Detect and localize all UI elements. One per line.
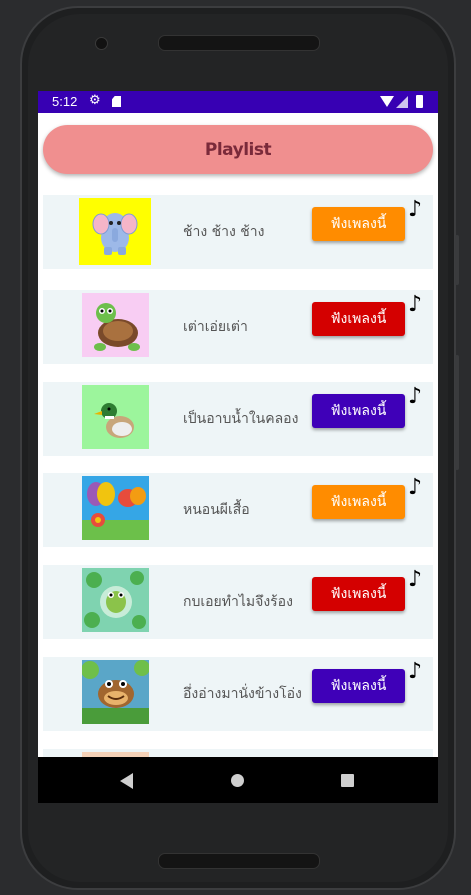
song-title: อึ่งอ่างมานั่งข้างโอ่ง — [183, 686, 302, 702]
music-note-icon[interactable]: ♪ — [408, 569, 422, 591]
top-speaker — [158, 35, 320, 51]
music-note-icon[interactable]: ♪ — [408, 199, 422, 221]
home-icon[interactable] — [231, 774, 244, 787]
listen-button[interactable]: ฟังเพลงนี้ — [312, 302, 405, 336]
front-camera — [95, 37, 108, 50]
playlist-button[interactable]: Playlist — [43, 125, 433, 174]
song-title: เต่าเอ่ยเต่า — [183, 319, 248, 335]
gear-icon: ⚙ — [89, 93, 101, 108]
song-card: กบเอยทำไมจึงร้อง ฟังเพลงนี้ ♪ — [43, 565, 433, 639]
bottom-speaker — [158, 853, 320, 869]
app-screen: 5:12 ⚙ Playlist ช้าง ช้าง ช้าง ฟังเพลงนี… — [38, 91, 438, 803]
song-card: หนอนผีเสื้อ ฟังเพลงนี้ ♪ — [43, 473, 433, 547]
power-button[interactable] — [455, 235, 459, 285]
song-card: เต่าเอ่ยเต่า ฟังเพลงนี้ ♪ — [43, 290, 433, 364]
listen-button[interactable]: ฟังเพลงนี้ — [312, 577, 405, 611]
status-time: 5:12 — [52, 94, 78, 109]
music-note-icon[interactable]: ♪ — [408, 661, 422, 683]
back-icon[interactable] — [120, 773, 133, 789]
music-note-icon[interactable]: ♪ — [408, 477, 422, 499]
status-bar: 5:12 ⚙ — [38, 91, 438, 113]
listen-button[interactable]: ฟังเพลงนี้ — [312, 207, 405, 241]
elephant-icon — [79, 198, 151, 265]
battery-icon — [416, 95, 423, 108]
frog-icon — [82, 568, 149, 635]
song-title: กบเอยทำไมจึงร้อง — [183, 594, 293, 610]
music-note-icon[interactable]: ♪ — [408, 386, 422, 408]
volume-button[interactable] — [455, 355, 459, 470]
song-title: เป็นอาบน้ำในคลอง — [183, 411, 299, 427]
sd-card-icon — [112, 96, 121, 107]
listen-button[interactable]: ฟังเพลงนี้ — [312, 485, 405, 519]
song-card: อึ่งอ่างมานั่งข้างโอ่ง ฟังเพลงนี้ ♪ — [43, 657, 433, 731]
butterfly-icon — [82, 476, 149, 543]
duck-icon — [82, 385, 149, 452]
navigation-bar — [38, 757, 438, 803]
listen-button[interactable]: ฟังเพลงนี้ — [312, 669, 405, 703]
turtle-icon — [82, 293, 149, 360]
music-note-icon[interactable]: ♪ — [408, 294, 422, 316]
song-card: ช้าง ช้าง ช้าง ฟังเพลงนี้ ♪ — [43, 195, 433, 269]
song-title: ช้าง ช้าง ช้าง — [183, 224, 265, 240]
song-card: เป็นอาบน้ำในคลอง ฟังเพลงนี้ ♪ — [43, 382, 433, 456]
signal-icon — [396, 96, 408, 108]
song-title: หนอนผีเสื้อ — [183, 502, 250, 518]
listen-button[interactable]: ฟังเพลงนี้ — [312, 394, 405, 428]
wifi-icon — [380, 96, 394, 107]
recent-apps-icon[interactable] — [341, 774, 354, 787]
toad-icon — [82, 660, 149, 727]
